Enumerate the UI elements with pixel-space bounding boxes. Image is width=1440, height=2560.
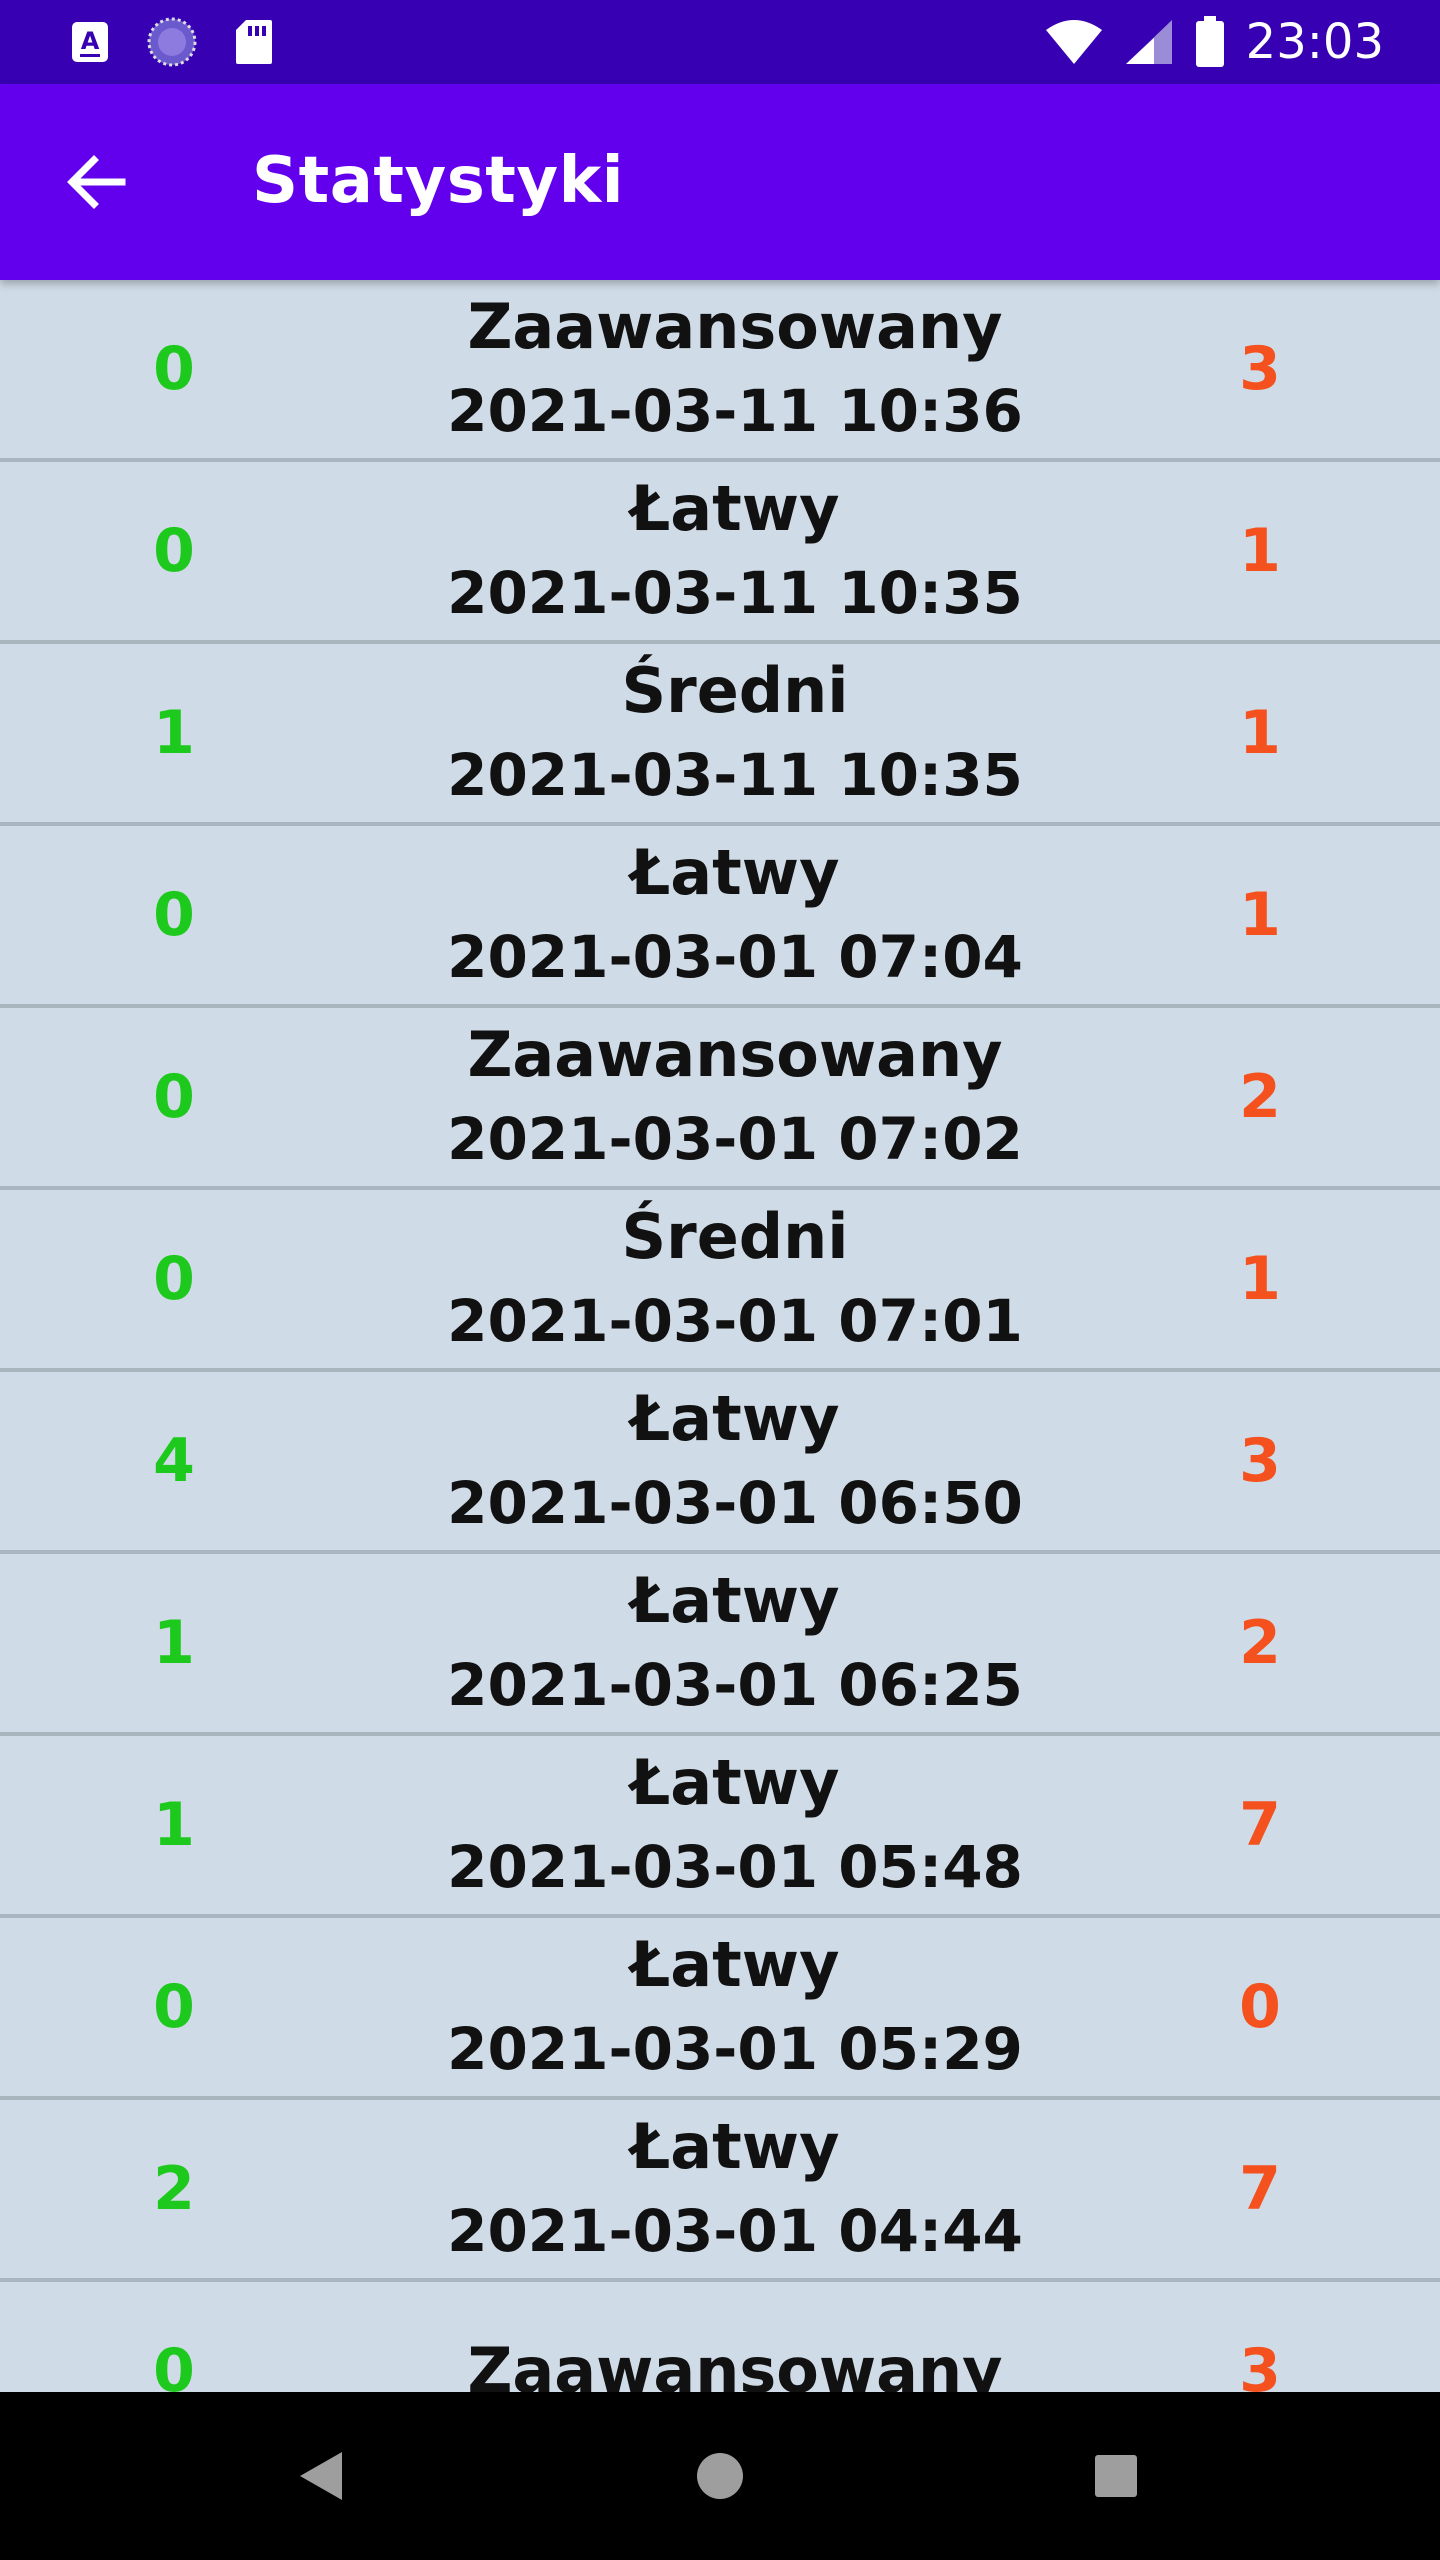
item-details: Łatwy 2021-03-01 05:48 [320, 1736, 1150, 1914]
list-item[interactable]: 0 Zaawansowany 2021-03-01 07:02 2 [0, 1008, 1440, 1190]
correct-count: 0 [153, 516, 195, 586]
correct-count: 0 [153, 1244, 195, 1314]
status-bar: A 23:03 [0, 0, 1440, 84]
difficulty-level: Średni [621, 1200, 849, 1273]
back-nav-icon [300, 2452, 342, 2500]
battery-icon [1195, 16, 1224, 67]
app-bar: Statystyki [0, 84, 1440, 280]
home-nav-icon [697, 2453, 743, 2499]
item-details: Zaawansowany 2021-03-01 07:02 [320, 1008, 1150, 1186]
date-time: 2021-03-11 10:36 [447, 377, 1023, 445]
correct-count: 2 [153, 2154, 195, 2224]
date-time: 2021-03-11 10:35 [447, 741, 1023, 809]
item-details: Łatwy 2021-03-11 10:35 [320, 462, 1150, 640]
item-details: Łatwy 2021-03-01 05:29 [320, 1918, 1150, 2096]
correct-count: 0 [153, 2336, 195, 2392]
sync-icon [147, 17, 197, 67]
difficulty-level: Łatwy [630, 2110, 840, 2183]
item-details: Łatwy 2021-03-01 06:25 [320, 1554, 1150, 1732]
list-item[interactable]: 0 Łatwy 2021-03-01 07:04 1 [0, 826, 1440, 1008]
list-item[interactable]: 0 Łatwy 2021-03-11 10:35 1 [0, 462, 1440, 644]
item-details: Łatwy 2021-03-01 06:50 [320, 1372, 1150, 1550]
wrong-count: 2 [1239, 1062, 1281, 1132]
wrong-count: 7 [1239, 1790, 1281, 1860]
list-item[interactable]: 0 Zaawansowany 3 [0, 2282, 1440, 2392]
font-a-icon: A [72, 22, 108, 62]
date-time: 2021-03-01 07:02 [447, 1105, 1023, 1173]
statistics-list[interactable]: 0 Zaawansowany 2021-03-11 10:36 3 0 Łatw… [0, 280, 1440, 2392]
correct-count: 1 [153, 698, 195, 768]
recents-nav-button[interactable] [1076, 2436, 1156, 2516]
clock: 23:03 [1245, 14, 1384, 70]
wifi-icon [1045, 20, 1102, 64]
date-time: 2021-03-01 06:25 [447, 1651, 1023, 1719]
list-item[interactable]: 1 Łatwy 2021-03-01 06:25 2 [0, 1554, 1440, 1736]
arrow-back-icon [67, 155, 126, 209]
sd-card-icon [236, 20, 272, 64]
difficulty-level: Zaawansowany [467, 2334, 1003, 2392]
wrong-count: 3 [1239, 2336, 1281, 2392]
list-item[interactable]: 0 Zaawansowany 2021-03-11 10:36 3 [0, 280, 1440, 462]
navigation-bar [0, 2392, 1440, 2560]
correct-count: 0 [153, 880, 195, 950]
list-item[interactable]: 0 Łatwy 2021-03-01 05:29 0 [0, 1918, 1440, 2100]
item-details: Średni 2021-03-01 07:01 [320, 1190, 1150, 1368]
list-item[interactable]: 2 Łatwy 2021-03-01 04:44 7 [0, 2100, 1440, 2282]
page-title: Statystyki [252, 144, 625, 218]
date-time: 2021-03-01 06:50 [447, 1469, 1023, 1537]
list-item[interactable]: 0 Średni 2021-03-01 07:01 1 [0, 1190, 1440, 1372]
wrong-count: 1 [1239, 880, 1281, 950]
wrong-count: 2 [1239, 1608, 1281, 1678]
date-time: 2021-03-11 10:35 [447, 559, 1023, 627]
status-bar-system: 23:03 [1044, 0, 1384, 84]
item-details: Średni 2021-03-11 10:35 [320, 644, 1150, 822]
date-time: 2021-03-01 07:04 [447, 923, 1023, 991]
correct-count: 0 [153, 334, 195, 404]
difficulty-level: Zaawansowany [467, 290, 1003, 363]
back-button[interactable] [56, 142, 136, 222]
signal-icon [1125, 20, 1172, 64]
difficulty-level: Zaawansowany [467, 1018, 1003, 1091]
recents-nav-icon [1095, 2455, 1137, 2497]
item-details: Zaawansowany [320, 2282, 1150, 2392]
item-details: Zaawansowany 2021-03-11 10:36 [320, 280, 1150, 458]
list-item[interactable]: 1 Łatwy 2021-03-01 05:48 7 [0, 1736, 1440, 1918]
status-bar-notifications: A [70, 16, 274, 68]
item-details: Łatwy 2021-03-01 07:04 [320, 826, 1150, 1004]
difficulty-level: Łatwy [630, 472, 840, 545]
date-time: 2021-03-01 05:48 [447, 1833, 1023, 1901]
correct-count: 1 [153, 1790, 195, 1860]
item-details: Łatwy 2021-03-01 04:44 [320, 2100, 1150, 2278]
difficulty-level: Łatwy [630, 1564, 840, 1637]
difficulty-level: Łatwy [630, 1746, 840, 1819]
difficulty-level: Łatwy [630, 1928, 840, 2001]
home-nav-button[interactable] [680, 2436, 760, 2516]
list-item[interactable]: 4 Łatwy 2021-03-01 06:50 3 [0, 1372, 1440, 1554]
list-item[interactable]: 1 Średni 2021-03-11 10:35 1 [0, 644, 1440, 826]
correct-count: 0 [153, 1972, 195, 2042]
correct-count: 0 [153, 1062, 195, 1132]
difficulty-level: Średni [621, 654, 849, 727]
difficulty-level: Łatwy [630, 836, 840, 909]
svg-text:A: A [81, 27, 100, 55]
difficulty-level: Łatwy [630, 1382, 840, 1455]
wrong-count: 3 [1239, 1426, 1281, 1496]
correct-count: 4 [153, 1426, 195, 1496]
wrong-count: 1 [1239, 516, 1281, 586]
date-time: 2021-03-01 04:44 [447, 2197, 1023, 2265]
wrong-count: 0 [1239, 1972, 1281, 2042]
wrong-count: 3 [1239, 334, 1281, 404]
wrong-count: 1 [1239, 698, 1281, 768]
wrong-count: 1 [1239, 1244, 1281, 1314]
correct-count: 1 [153, 1608, 195, 1678]
back-nav-button[interactable] [280, 2436, 360, 2516]
date-time: 2021-03-01 07:01 [447, 1287, 1023, 1355]
wrong-count: 7 [1239, 2154, 1281, 2224]
date-time: 2021-03-01 05:29 [447, 2015, 1023, 2083]
